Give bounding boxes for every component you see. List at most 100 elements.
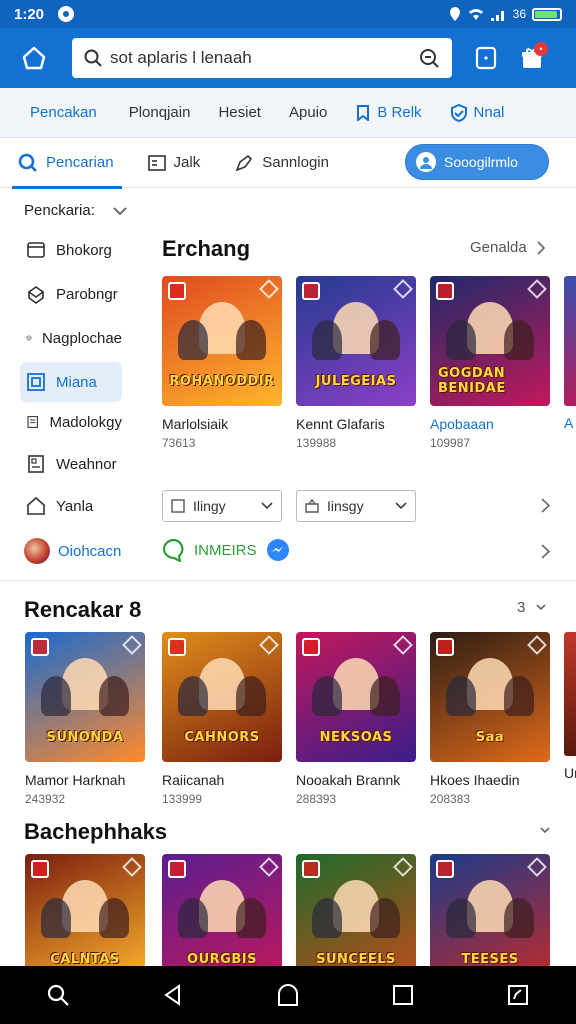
game-thumbnail[interactable]: JULEGEIAS xyxy=(296,276,416,406)
wifi-icon xyxy=(468,9,483,20)
game-card[interactable]: SUNCEELS xyxy=(296,854,416,984)
sidebar-item-label: Yanla xyxy=(56,497,94,515)
chevron-right-icon[interactable] xyxy=(541,498,550,513)
game-title-logo: JULEGEIAS xyxy=(315,373,397,389)
list-box-icon xyxy=(147,154,166,171)
featured-peek-thumb[interactable] xyxy=(564,276,576,406)
category-tab-4[interactable]: B Relk xyxy=(341,104,435,121)
chevron-down-icon xyxy=(113,206,127,215)
game-card[interactable]: NEKSOAS Nooakah Brannk 288393 xyxy=(296,632,416,806)
messenger-button[interactable] xyxy=(266,538,290,562)
character-figure xyxy=(312,676,343,716)
chevron-down-icon[interactable] xyxy=(539,825,551,837)
store-tag-icon xyxy=(31,638,49,656)
gift-button[interactable]: • xyxy=(514,40,550,76)
game-card[interactable]: CAHNORS Raiicanah 133999 xyxy=(162,632,282,806)
category-tab-0[interactable]: Pencakan xyxy=(0,104,115,121)
tab-jalk[interactable]: Jalk xyxy=(147,138,201,188)
game-card[interactable]: TEESES xyxy=(430,854,550,984)
diamond-icon xyxy=(259,857,279,877)
game-thumbnail[interactable]: TEESES xyxy=(430,854,550,984)
game-card[interactable]: ROHANODDIR Marlolsiaik 73613 xyxy=(162,276,282,450)
game-thumbnail[interactable]: OURGBIS xyxy=(162,854,282,984)
signal-icon xyxy=(490,11,504,21)
nav-recents-button[interactable] xyxy=(381,973,425,1017)
store-tag-icon xyxy=(302,638,320,656)
game-thumbnail[interactable]: SUNCEELS xyxy=(296,854,416,984)
tablet-icon xyxy=(475,46,497,70)
game-title-logo: NEKSOAS xyxy=(319,729,393,745)
nav-home-button[interactable] xyxy=(266,973,310,1017)
section2-count: 3 xyxy=(517,599,526,616)
tab-sannlogin-label: Sannlogin xyxy=(262,154,329,171)
bookmark-icon xyxy=(357,104,370,121)
diamond-icon xyxy=(259,279,279,299)
sidebar-item-5[interactable]: Weahnor xyxy=(20,444,122,484)
back-triangle-icon xyxy=(164,984,180,1006)
home-outline-icon xyxy=(27,496,45,515)
store-tag-icon xyxy=(302,282,320,300)
section2-more-link[interactable]: 3 xyxy=(517,599,547,616)
featured-more-link[interactable]: Genalda xyxy=(470,239,545,256)
app-bar: • xyxy=(0,28,576,88)
game-thumbnail[interactable]: CALNTAS xyxy=(25,854,145,984)
game-card[interactable]: SUNONDA Mamor Harknah 243932 xyxy=(25,632,145,806)
section2-peek-thumb[interactable] xyxy=(564,632,576,756)
game-card[interactable]: CALNTAS xyxy=(25,854,145,984)
chevron-right-icon[interactable] xyxy=(541,544,550,559)
game-card[interactable]: Saa Hkoes Ihaedin 208383 xyxy=(430,632,550,806)
category-tab-5[interactable]: Nnal xyxy=(436,103,519,122)
tablet-button[interactable] xyxy=(468,40,504,76)
home-icon xyxy=(22,46,46,70)
pen-icon xyxy=(235,154,253,171)
sidebar-item-4[interactable]: Madolokgy xyxy=(20,402,122,442)
share-inmeirs[interactable]: INMEIRS xyxy=(162,538,257,562)
game-meta: 288393 xyxy=(296,792,337,806)
category-tab-3[interactable]: Apuio xyxy=(275,104,341,121)
game-card[interactable]: JULEGEIAS Kennt Glafaris 139988 xyxy=(296,276,416,450)
diamond-icon xyxy=(393,279,413,299)
diamond-icon xyxy=(393,635,413,655)
game-thumbnail[interactable]: SUNONDA xyxy=(25,632,145,762)
game-title-logo: GOGDAN BENIDAE xyxy=(438,366,506,396)
category-row: Pencakan Plonqjain Hesiet Apuio B Relk Nnal xyxy=(0,88,576,138)
filter-dropdown-2[interactable]: Iinsgy xyxy=(296,490,416,522)
sidebar-item-0[interactable]: Bhokorg xyxy=(20,230,122,270)
tab-search[interactable]: Pencarian xyxy=(12,138,122,189)
game-thumbnail[interactable]: NEKSOAS xyxy=(296,632,416,762)
profile-pill-button[interactable]: Sooogilrmlo xyxy=(405,144,549,180)
category-tab-1[interactable]: Plonqjain xyxy=(115,104,205,121)
tab-jalk-label: Jalk xyxy=(173,154,201,171)
game-card[interactable]: GOGDAN BENIDAE Apobaaan 109987 xyxy=(430,276,550,450)
sidebar-header[interactable]: Penckaria: xyxy=(24,202,127,219)
nav-back-button[interactable] xyxy=(151,973,195,1017)
section2-title: Rencakar 8 xyxy=(24,597,142,622)
filter-dropdown-1[interactable]: Ilingy xyxy=(162,490,282,522)
category-tab-label: Pencakan xyxy=(30,104,97,121)
character-figure xyxy=(235,320,266,360)
frame-icon xyxy=(27,373,45,391)
tab-sannlogin[interactable]: Sannlogin xyxy=(234,138,329,188)
nav-edit-button[interactable] xyxy=(496,973,540,1017)
character-figure xyxy=(178,320,209,360)
sidebar-item-6[interactable]: Yanla xyxy=(20,486,122,526)
game-meta: 73613 xyxy=(162,436,196,450)
search-clear-icon[interactable] xyxy=(418,47,440,69)
game-thumbnail[interactable]: CAHNORS xyxy=(162,632,282,762)
game-card[interactable]: OURGBIS xyxy=(162,854,282,984)
game-thumbnail[interactable]: ROHANODDIR xyxy=(162,276,282,406)
avatar xyxy=(24,538,50,564)
search-input[interactable] xyxy=(110,48,418,68)
category-tab-2[interactable]: Hesiet xyxy=(204,104,275,121)
featured-title: Erchang xyxy=(162,236,251,261)
search-box[interactable] xyxy=(72,38,452,78)
sidebar-item-2[interactable]: Nagplochae xyxy=(20,318,122,358)
home-button[interactable] xyxy=(12,36,56,80)
sidebar-item-3[interactable]: Miana xyxy=(20,362,122,402)
sidebar-item-1[interactable]: Parobngr xyxy=(20,274,122,314)
nav-search-button[interactable] xyxy=(36,973,80,1017)
game-thumbnail[interactable]: Saa xyxy=(430,632,550,762)
search-tab-icon xyxy=(18,153,37,172)
share-oiohcacn[interactable]: Oiohcacn xyxy=(24,538,121,564)
game-thumbnail[interactable]: GOGDAN BENIDAE xyxy=(430,276,550,406)
